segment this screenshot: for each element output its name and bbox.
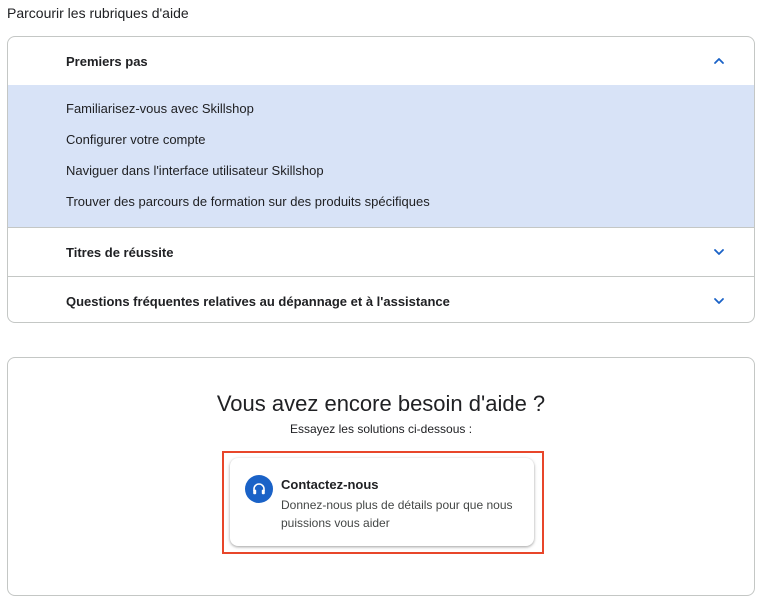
accordion-title: Titres de réussite <box>66 244 174 260</box>
accordion-title: Questions fréquentes relatives au dépann… <box>66 293 450 309</box>
section-heading: Parcourir les rubriques d'aide <box>7 5 189 21</box>
contact-us-button[interactable]: Contactez-nous Donnez-nous plus de détai… <box>230 458 534 546</box>
chevron-down-icon <box>714 249 724 255</box>
topic-link-interface[interactable]: Naviguer dans l'interface utilisateur Sk… <box>8 155 754 186</box>
chevron-up-icon <box>714 58 724 64</box>
accordion-panel-premiers-pas: Familiarisez-vous avec Skillshop Configu… <box>8 85 754 227</box>
help-subtitle: Essayez les solutions ci-dessous : <box>289 422 473 436</box>
accordion-title: Premiers pas <box>66 53 148 69</box>
accordion-header-premiers-pas[interactable]: Premiers pas <box>8 37 754 85</box>
accordion-header-titres-reussite[interactable]: Titres de réussite <box>8 228 754 276</box>
contact-description: Donnez-nous plus de détails pour que nou… <box>281 498 513 530</box>
topic-link-skillshop[interactable]: Familiarisez-vous avec Skillshop <box>8 93 754 124</box>
help-topics-accordion: Premiers pas Familiarisez-vous avec Skil… <box>7 36 755 323</box>
help-title: Vous avez encore besoin d'aide ? <box>216 391 546 416</box>
accordion-header-faq[interactable]: Questions fréquentes relatives au dépann… <box>8 277 754 322</box>
headset-icon <box>245 475 273 503</box>
contact-title: Contactez-nous <box>281 477 379 492</box>
chevron-down-icon <box>714 298 724 304</box>
topic-link-configurer-compte[interactable]: Configurer votre compte <box>8 124 754 155</box>
topic-link-parcours[interactable]: Trouver des parcours de formation sur de… <box>8 186 754 217</box>
help-page: Parcourir les rubriques d'aide Premiers … <box>0 0 759 605</box>
need-help-card: Vous avez encore besoin d'aide ? Essayez… <box>7 357 755 596</box>
